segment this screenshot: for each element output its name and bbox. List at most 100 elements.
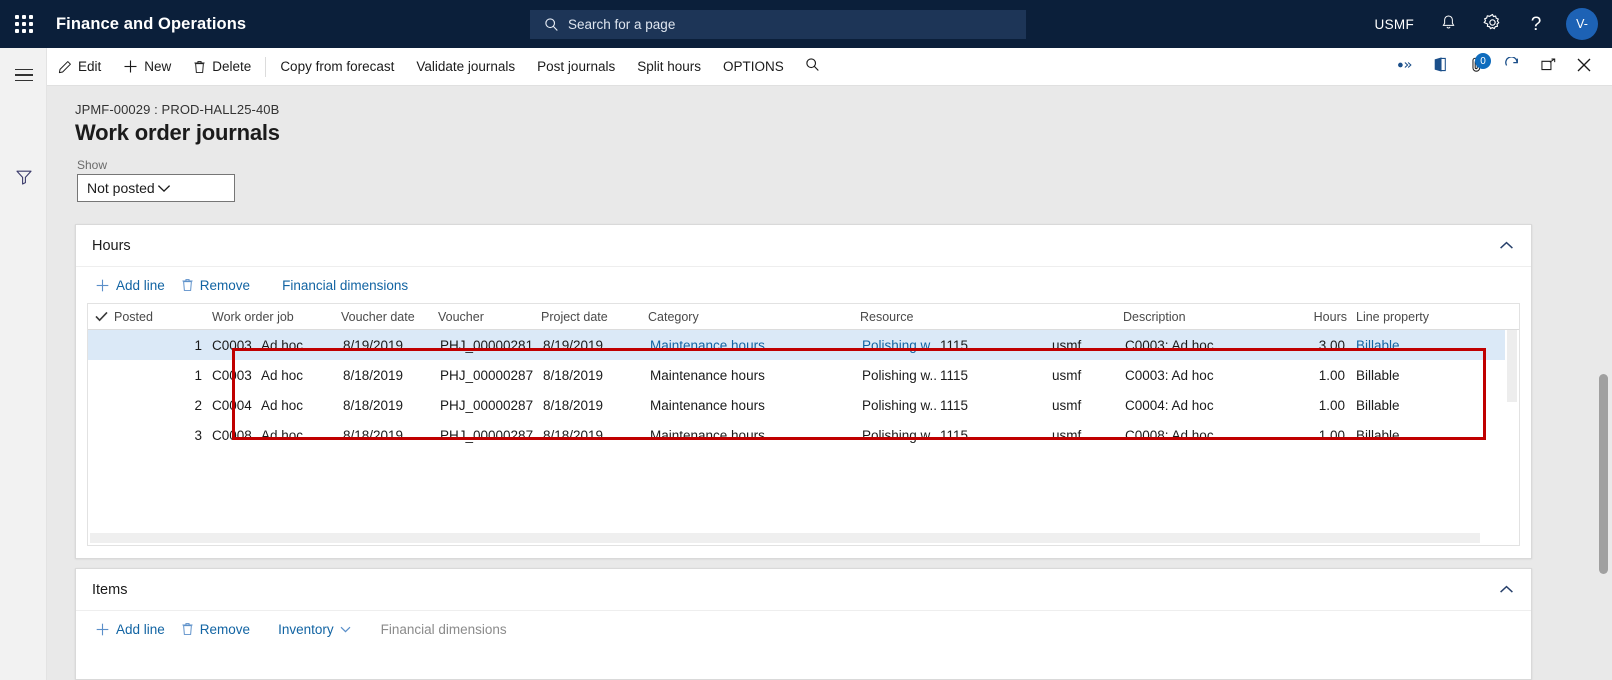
refresh-button[interactable] — [1494, 48, 1530, 86]
popout-button[interactable] — [1530, 48, 1566, 86]
top-nav-right-group: USMF ? V- — [1363, 0, 1612, 48]
trash-icon — [181, 622, 194, 636]
settings-button[interactable] — [1470, 0, 1514, 48]
column-header-line-property[interactable]: Line property — [1347, 310, 1437, 324]
bell-icon — [1440, 14, 1457, 35]
cell-work-order-job: C0003 — [212, 367, 252, 383]
page-vertical-scrollbar-thumb[interactable] — [1599, 374, 1608, 574]
top-navigation-bar: Finance and Operations Search for a page… — [0, 0, 1612, 48]
hours-grid-vertical-scrollbar[interactable] — [1505, 330, 1519, 531]
command-edit-label: Edit — [78, 59, 102, 74]
command-copy-from-forecast[interactable]: Copy from forecast — [269, 48, 405, 86]
question-mark-icon: ? — [1530, 13, 1542, 35]
column-header-voucher[interactable]: Voucher — [438, 310, 541, 324]
attachments-count-badge: 0 — [1475, 53, 1491, 69]
filter-pane-button[interactable] — [0, 166, 47, 192]
page-body: JPMF-00029 : PROD-HALL25-40B Work order … — [47, 86, 1612, 680]
page-vertical-scrollbar[interactable] — [1595, 86, 1612, 680]
cell-line-number: 2 — [194, 397, 202, 413]
command-separator — [265, 56, 267, 77]
column-header-project-date[interactable]: Project date — [541, 310, 648, 324]
column-header-posted[interactable]: Posted — [114, 310, 176, 324]
command-delete[interactable]: Delete — [182, 48, 262, 86]
column-header-resource[interactable]: Resource — [860, 310, 938, 324]
navigation-pane-toggle[interactable] — [0, 57, 47, 93]
select-all-checkmark[interactable] — [88, 311, 114, 322]
cell-line-number: 1 — [194, 367, 202, 383]
trash-icon — [193, 60, 206, 74]
hours-grid-horizontal-scrollbar-thumb[interactable] — [90, 533, 1480, 543]
table-row[interactable]: 1 C0003 Ad hoc 8/18/2019 PHJ_00000287 8/… — [88, 360, 1519, 390]
cell-project-date: 8/18/2019 — [543, 397, 604, 413]
items-remove-label: Remove — [199, 621, 251, 637]
cell-category[interactable]: Maintenance hours — [648, 338, 860, 353]
app-launcher-icon — [15, 15, 33, 33]
command-new-label: New — [144, 59, 172, 74]
cell-legal-entity: usmf — [1052, 367, 1082, 383]
hours-financial-dimensions-button[interactable]: Financial dimensions — [274, 271, 416, 299]
command-edit[interactable]: Edit — [47, 48, 112, 86]
column-header-description[interactable]: Description — [1123, 310, 1300, 324]
command-options[interactable]: OPTIONS — [712, 48, 795, 86]
items-section-header[interactable]: Items — [76, 569, 1531, 611]
personalize-button[interactable] — [1386, 48, 1422, 86]
table-row[interactable]: 3 C0008 Ad hoc 8/18/2019 PHJ_00000287 8/… — [88, 420, 1519, 450]
page-title: Work order journals — [75, 120, 280, 145]
global-search-box[interactable]: Search for a page — [530, 10, 1026, 39]
app-launcher-button[interactable] — [0, 0, 48, 48]
pencil-icon — [58, 60, 72, 74]
cell-work-order-job: C0004 — [212, 397, 252, 413]
hamburger-menu-icon — [14, 68, 33, 82]
cell-voucher: PHJ_00000287 — [440, 427, 534, 443]
cell-category: Maintenance hours — [650, 367, 765, 383]
hours-grid: Posted Work order job Voucher date Vouch… — [87, 303, 1520, 546]
column-header-work-order-job[interactable]: Work order job — [204, 310, 294, 324]
hours-grid-horizontal-scrollbar[interactable] — [88, 531, 1519, 545]
command-split-hours[interactable]: Split hours — [626, 48, 712, 86]
notifications-button[interactable] — [1426, 0, 1470, 48]
close-button[interactable] — [1566, 48, 1602, 86]
show-filter-select[interactable]: Not posted — [77, 174, 235, 202]
cell-project-date: 8/19/2019 — [543, 337, 604, 353]
cell-resource[interactable]: Polishing w... — [860, 338, 938, 353]
cell-voucher-date: 8/18/2019 — [343, 367, 404, 383]
hours-section-header[interactable]: Hours — [76, 225, 1531, 267]
cell-work-order-job: C0008 — [212, 427, 252, 443]
hours-section-title: Hours — [92, 237, 131, 254]
cell-resource: Polishing w... — [862, 427, 938, 443]
cell-job-type: Ad hoc — [261, 427, 304, 443]
table-row[interactable]: 2 C0004 Ad hoc 8/18/2019 PHJ_00000287 8/… — [88, 390, 1519, 420]
command-new[interactable]: New — [112, 48, 182, 86]
chevron-down-icon — [157, 180, 227, 196]
items-inventory-label: Inventory — [278, 621, 334, 637]
column-header-voucher-date[interactable]: Voucher date — [341, 310, 438, 324]
chevron-up-icon[interactable] — [1497, 237, 1515, 255]
chevron-up-icon[interactable] — [1497, 581, 1515, 599]
column-header-hours[interactable]: Hours — [1300, 310, 1347, 324]
cell-line-property[interactable]: Billable — [1347, 338, 1437, 353]
items-inventory-menu[interactable]: Inventory — [270, 615, 359, 643]
company-selector[interactable]: USMF — [1363, 0, 1426, 48]
column-header-category[interactable]: Category — [648, 310, 860, 324]
items-add-line-button[interactable]: Add line — [87, 615, 173, 643]
search-icon — [805, 57, 820, 77]
help-button[interactable]: ? — [1514, 0, 1558, 48]
items-financial-dimensions-button[interactable]: Financial dimensions — [373, 615, 515, 643]
cell-line-property: Billable — [1356, 367, 1400, 383]
command-post-journals[interactable]: Post journals — [526, 48, 626, 86]
plus-icon — [123, 59, 138, 74]
table-row[interactable]: 1 C0003 Ad hoc 8/19/2019 PHJ_00000281 8/… — [88, 330, 1519, 360]
command-bar-search-button[interactable] — [795, 48, 831, 86]
hours-grid-vertical-scrollbar-thumb[interactable] — [1507, 330, 1517, 402]
attachments-button[interactable]: 0 — [1458, 48, 1494, 86]
refresh-icon — [1504, 55, 1520, 78]
search-icon — [544, 17, 559, 32]
open-in-office-button[interactable] — [1422, 48, 1458, 86]
user-avatar[interactable]: V- — [1566, 8, 1598, 40]
hours-add-line-button[interactable]: Add line — [87, 271, 173, 299]
items-remove-button[interactable]: Remove — [173, 615, 258, 643]
trash-icon — [181, 278, 194, 292]
command-validate-journals[interactable]: Validate journals — [405, 48, 526, 86]
hours-action-bar: Add line Remove Financial dimensions — [76, 267, 1531, 303]
hours-remove-button[interactable]: Remove — [173, 271, 258, 299]
